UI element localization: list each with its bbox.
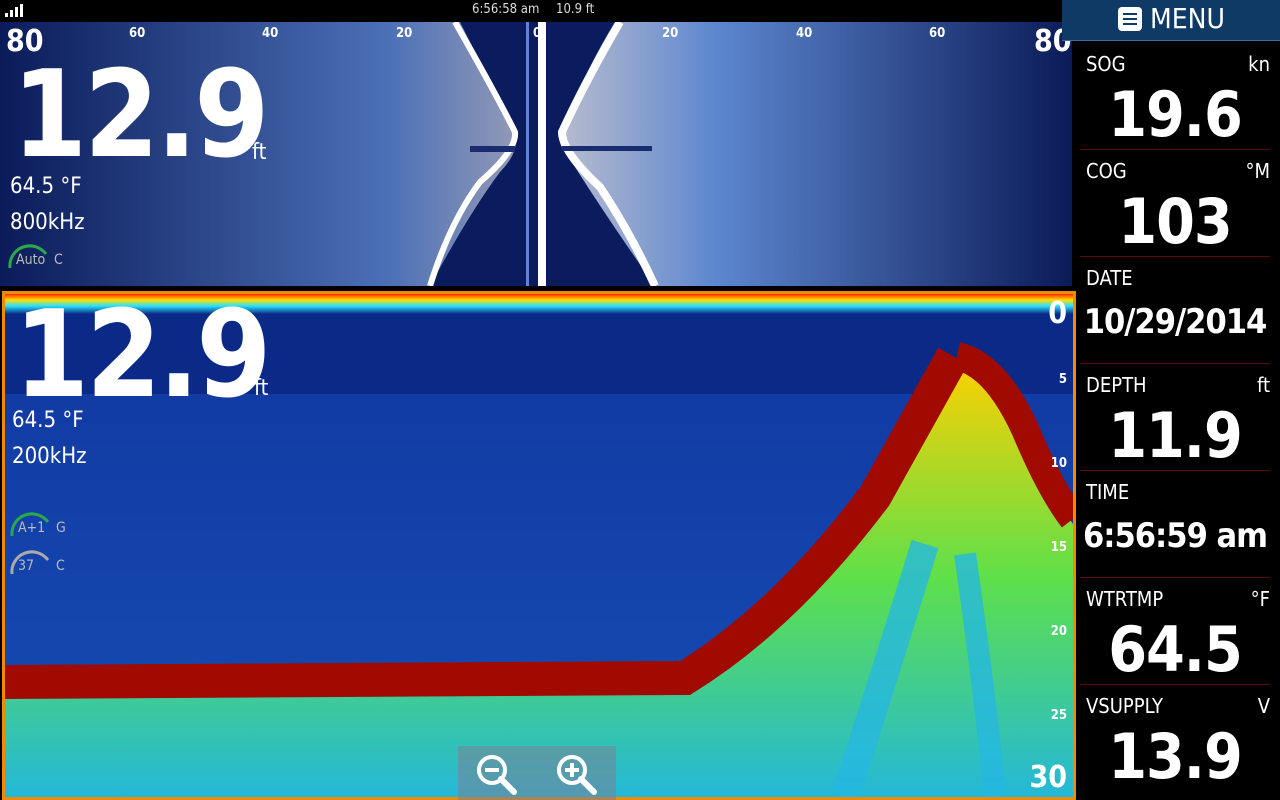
tile-value: 103 xyxy=(1118,185,1232,258)
menu-label: MENU xyxy=(1150,2,1225,35)
zoom-controls xyxy=(458,746,616,800)
range-label-right-20: 20 xyxy=(662,26,679,41)
gauge-suffix: C xyxy=(54,252,63,268)
tile-name: DEPTH xyxy=(1086,373,1147,397)
tile-sog[interactable]: SOG kn 19.6 xyxy=(1080,42,1270,151)
sidescan-temperature: 64.5 °F xyxy=(10,174,82,199)
depth-scale-10: 10 xyxy=(1050,456,1067,471)
tile-vsupply[interactable]: VSUPPLY V 13.9 xyxy=(1080,684,1270,793)
tile-depth[interactable]: DEPTH ft 11.9 xyxy=(1080,363,1270,472)
tile-unit: kn xyxy=(1248,52,1270,76)
depth-scale-0: 0 xyxy=(1048,296,1067,331)
gauge-label: A+1 xyxy=(18,520,46,536)
tile-value: 64.5 xyxy=(1108,613,1243,686)
sidescan-panel[interactable]: 80 60 40 20 0 20 40 60 80 12.9 ft 64.5 °… xyxy=(0,22,1072,286)
tile-value: 10/29/2014 xyxy=(1083,302,1268,342)
status-clock: 6:56:58 am xyxy=(472,2,540,17)
range-label-center-0: 0 xyxy=(533,26,542,41)
tile-date[interactable]: DATE 10/29/2014 xyxy=(1080,256,1270,364)
tile-name: VSUPPLY xyxy=(1086,694,1163,718)
sonar-panel[interactable]: 0 5 10 15 20 25 30 12.9 ft 64.5 °F 200kH… xyxy=(2,291,1076,800)
tile-unit: ft xyxy=(1256,373,1270,397)
tile-unit: °F xyxy=(1250,587,1270,611)
status-depth: 10.9 ft xyxy=(556,2,595,17)
depth-scale-5: 5 xyxy=(1058,372,1067,387)
zoom-out-icon[interactable] xyxy=(474,752,518,796)
sonar-temperature: 64.5 °F xyxy=(12,408,84,433)
tile-name: COG xyxy=(1086,159,1127,183)
range-label-right-40: 40 xyxy=(796,26,813,41)
sidescan-frequency: 800kHz xyxy=(10,210,85,235)
range-label-left-60: 60 xyxy=(129,26,146,41)
depth-scale-25: 25 xyxy=(1050,708,1067,723)
sidescan-depth-unit: ft xyxy=(252,140,267,165)
gauge-label: 37 xyxy=(18,558,35,574)
tile-water-temp[interactable]: WTRTMP °F 64.5 xyxy=(1080,577,1270,686)
range-label-left-40: 40 xyxy=(262,26,279,41)
tile-name: DATE xyxy=(1086,266,1133,290)
tile-name: TIME xyxy=(1086,480,1130,504)
tile-unit: V xyxy=(1257,694,1270,718)
sonar-depth-readout: 12.9 xyxy=(14,291,271,425)
depth-scale-30: 30 xyxy=(1029,760,1067,795)
tile-value: 13.9 xyxy=(1108,720,1243,793)
tile-value: 6:56:59 am xyxy=(1082,516,1268,556)
contrast-gauge[interactable]: 37 C xyxy=(8,548,68,576)
tile-value: 11.9 xyxy=(1108,399,1243,472)
range-label-left-20: 20 xyxy=(396,26,413,41)
signal-strength-icon xyxy=(5,4,23,17)
depth-scale-15: 15 xyxy=(1050,540,1067,555)
gauge-label: Auto xyxy=(16,252,46,268)
status-bar: 6:56:58 am 10.9 ft xyxy=(0,0,1062,20)
tile-value: 19.6 xyxy=(1108,78,1243,151)
gauge-suffix: G xyxy=(56,520,66,536)
sonar-depth-unit: ft xyxy=(254,376,269,401)
sidescan-auto-gauge[interactable]: Auto C xyxy=(6,242,66,270)
tile-time[interactable]: TIME 6:56:59 am xyxy=(1080,470,1270,578)
gauge-suffix: C xyxy=(56,558,65,574)
tile-name: SOG xyxy=(1086,52,1126,76)
sidescan-depth-readout: 12.9 xyxy=(12,46,269,185)
menu-icon xyxy=(1118,7,1142,31)
menu-button[interactable]: MENU xyxy=(1062,0,1280,41)
gain-gauge[interactable]: A+1 G xyxy=(8,510,68,538)
sonar-frequency: 200kHz xyxy=(12,444,87,469)
zoom-in-icon[interactable] xyxy=(554,752,598,796)
depth-scale-20: 20 xyxy=(1050,624,1067,639)
tile-unit: °M xyxy=(1245,159,1270,183)
range-label-right-60: 60 xyxy=(929,26,946,41)
tile-name: WTRTMP xyxy=(1086,587,1164,611)
tile-cog[interactable]: COG °M 103 xyxy=(1080,149,1270,258)
